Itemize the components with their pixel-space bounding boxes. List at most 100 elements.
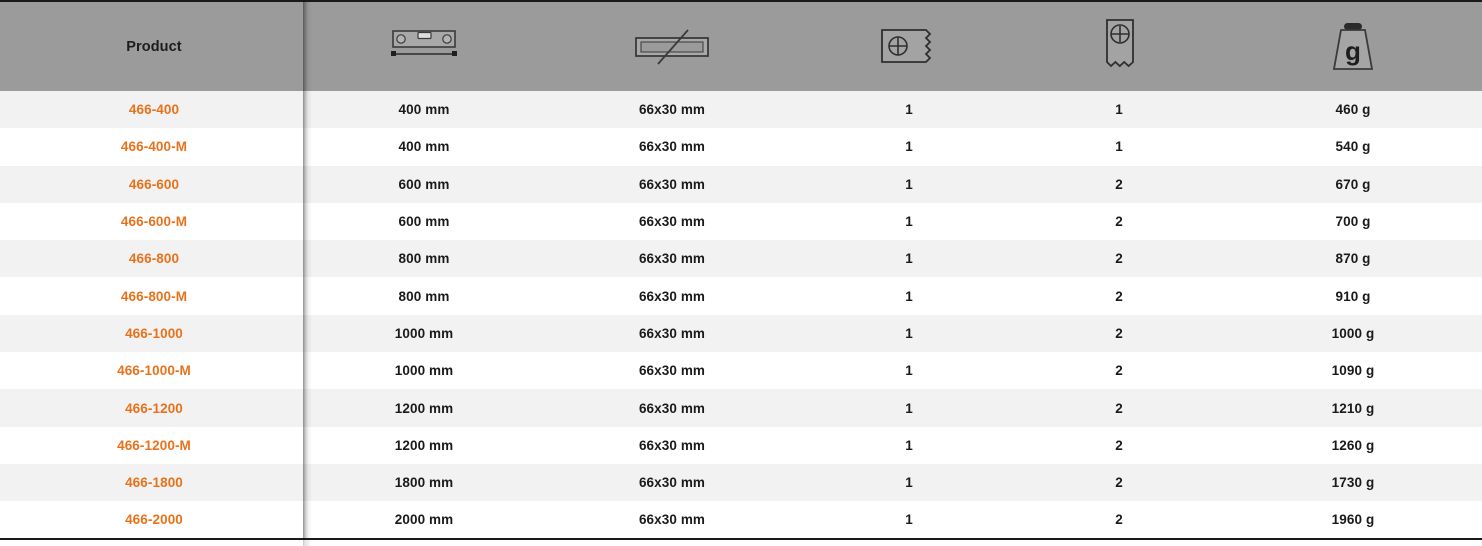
- cell-weight: 1000 g: [1224, 315, 1482, 352]
- profile-cross-section-icon: [540, 16, 804, 78]
- cell-profile: 66x30 mm: [540, 91, 804, 128]
- cell-vertical_vials: 2: [1014, 389, 1224, 426]
- table-row: 466-400-M400 mm66x30 mm11540 g: [0, 128, 1482, 165]
- product-code-cell[interactable]: 466-1200: [0, 389, 308, 426]
- table-row: 466-1200-M1200 mm66x30 mm121260 g: [0, 427, 1482, 464]
- product-code-cell[interactable]: 466-600: [0, 166, 308, 203]
- table-row: 466-20002000 mm66x30 mm121960 g: [0, 501, 1482, 538]
- product-code-cell[interactable]: 466-600-M: [0, 203, 308, 240]
- cell-vertical_vials: 1: [1014, 91, 1224, 128]
- product-code-label: 466-1000: [125, 326, 183, 341]
- column-header-product-label: Product: [0, 39, 308, 55]
- product-code-cell[interactable]: 466-1200-M: [0, 427, 308, 464]
- cell-horizontal_vials: 1: [804, 277, 1014, 314]
- cell-horizontal_vials: 1: [804, 315, 1014, 352]
- cell-vertical_vials: 2: [1014, 427, 1224, 464]
- cell-length: 2000 mm: [308, 501, 540, 538]
- cell-horizontal_vials: 1: [804, 166, 1014, 203]
- cell-vertical_vials: 2: [1014, 203, 1224, 240]
- cell-profile: 66x30 mm: [540, 166, 804, 203]
- cell-horizontal_vials: 1: [804, 91, 1014, 128]
- product-code-cell[interactable]: 466-400-M: [0, 128, 308, 165]
- table-row: 466-600600 mm66x30 mm12670 g: [0, 166, 1482, 203]
- cell-length: 1200 mm: [308, 389, 540, 426]
- cell-length: 1000 mm: [308, 352, 540, 389]
- cell-length: 1200 mm: [308, 427, 540, 464]
- cell-vertical_vials: 1: [1014, 128, 1224, 165]
- cell-profile: 66x30 mm: [540, 277, 804, 314]
- table-row: 466-1000 1000 mm66x30 mm121000 g: [0, 315, 1482, 352]
- cell-profile: 66x30 mm: [540, 389, 804, 426]
- product-code-label: 466-1200-M: [117, 438, 191, 453]
- product-code-label: 466-600-M: [121, 214, 187, 229]
- product-code-cell[interactable]: 466-1000-M: [0, 352, 308, 389]
- product-code-cell[interactable]: 466-1000: [0, 315, 308, 352]
- product-code-label: 466-800: [129, 251, 179, 266]
- cell-length: 1000 mm: [308, 315, 540, 352]
- cell-vertical_vials: 2: [1014, 240, 1224, 277]
- cell-profile: 66x30 mm: [540, 464, 804, 501]
- product-code-label: 466-1000-M: [117, 363, 191, 378]
- cell-profile: 66x30 mm: [540, 240, 804, 277]
- product-code-label: 466-400-M: [121, 139, 187, 154]
- cell-length: 800 mm: [308, 240, 540, 277]
- product-code-label: 466-2000: [125, 512, 183, 527]
- cell-weight: 460 g: [1224, 91, 1482, 128]
- table-header: Product: [0, 1, 1482, 91]
- cell-weight: 1210 g: [1224, 389, 1482, 426]
- table-body: 466-400400 mm66x30 mm11460 g466-400-M400…: [0, 91, 1482, 539]
- table-row: 466-600-M600 mm66x30 mm12700 g: [0, 203, 1482, 240]
- product-code-label: 466-800-M: [121, 289, 187, 304]
- cell-weight: 1960 g: [1224, 501, 1482, 538]
- cell-profile: 66x30 mm: [540, 315, 804, 352]
- cell-weight: 1090 g: [1224, 352, 1482, 389]
- horizontal-vial-icon: [804, 16, 1014, 78]
- cell-weight: 870 g: [1224, 240, 1482, 277]
- column-header-length: [308, 1, 540, 91]
- cell-weight: 700 g: [1224, 203, 1482, 240]
- cell-profile: 66x30 mm: [540, 128, 804, 165]
- product-code-cell[interactable]: 466-400: [0, 91, 308, 128]
- product-code-cell[interactable]: 466-800-M: [0, 277, 308, 314]
- column-header-weight: g: [1224, 1, 1482, 91]
- table-row: 466-800800 mm66x30 mm12870 g: [0, 240, 1482, 277]
- cell-weight: 910 g: [1224, 277, 1482, 314]
- column-header-vertical-vials: [1014, 1, 1224, 91]
- cell-vertical_vials: 2: [1014, 352, 1224, 389]
- product-specification-table: Product: [0, 0, 1482, 540]
- product-code-label: 466-1800: [125, 475, 183, 490]
- product-code-label: 466-1200: [125, 401, 183, 416]
- cell-weight: 540 g: [1224, 128, 1482, 165]
- product-code-label: 466-400: [129, 102, 179, 117]
- cell-horizontal_vials: 1: [804, 128, 1014, 165]
- cell-length: 1800 mm: [308, 464, 540, 501]
- table-row: 466-1000-M 1000 mm66x30 mm121090 g: [0, 352, 1482, 389]
- cell-vertical_vials: 2: [1014, 501, 1224, 538]
- table-row: 466-1800 1800 mm66x30 mm121730 g: [0, 464, 1482, 501]
- product-code-cell[interactable]: 466-1800: [0, 464, 308, 501]
- cell-length: 800 mm: [308, 277, 540, 314]
- cell-horizontal_vials: 1: [804, 389, 1014, 426]
- cell-profile: 66x30 mm: [540, 203, 804, 240]
- column-header-profile: [540, 1, 804, 91]
- product-code-cell[interactable]: 466-2000: [0, 501, 308, 538]
- table-row: 466-1200 1200 mm66x30 mm121210 g: [0, 389, 1482, 426]
- cell-horizontal_vials: 1: [804, 464, 1014, 501]
- header-row: Product: [0, 1, 1482, 91]
- cell-horizontal_vials: 1: [804, 352, 1014, 389]
- product-code-label: 466-600: [129, 177, 179, 192]
- cell-horizontal_vials: 1: [804, 427, 1014, 464]
- table-row: 466-800-M 800 mm66x30 mm12910 g: [0, 277, 1482, 314]
- cell-vertical_vials: 2: [1014, 277, 1224, 314]
- cell-vertical_vials: 2: [1014, 315, 1224, 352]
- weight-gram-icon: g: [1224, 16, 1482, 78]
- cell-weight: 1730 g: [1224, 464, 1482, 501]
- column-header-horizontal-vials: [804, 1, 1014, 91]
- vertical-vial-icon: [1014, 16, 1224, 78]
- cell-profile: 66x30 mm: [540, 352, 804, 389]
- cell-vertical_vials: 2: [1014, 166, 1224, 203]
- spirit-level-length-icon: [308, 16, 540, 78]
- cell-length: 600 mm: [308, 166, 540, 203]
- product-code-cell[interactable]: 466-800: [0, 240, 308, 277]
- cell-vertical_vials: 2: [1014, 464, 1224, 501]
